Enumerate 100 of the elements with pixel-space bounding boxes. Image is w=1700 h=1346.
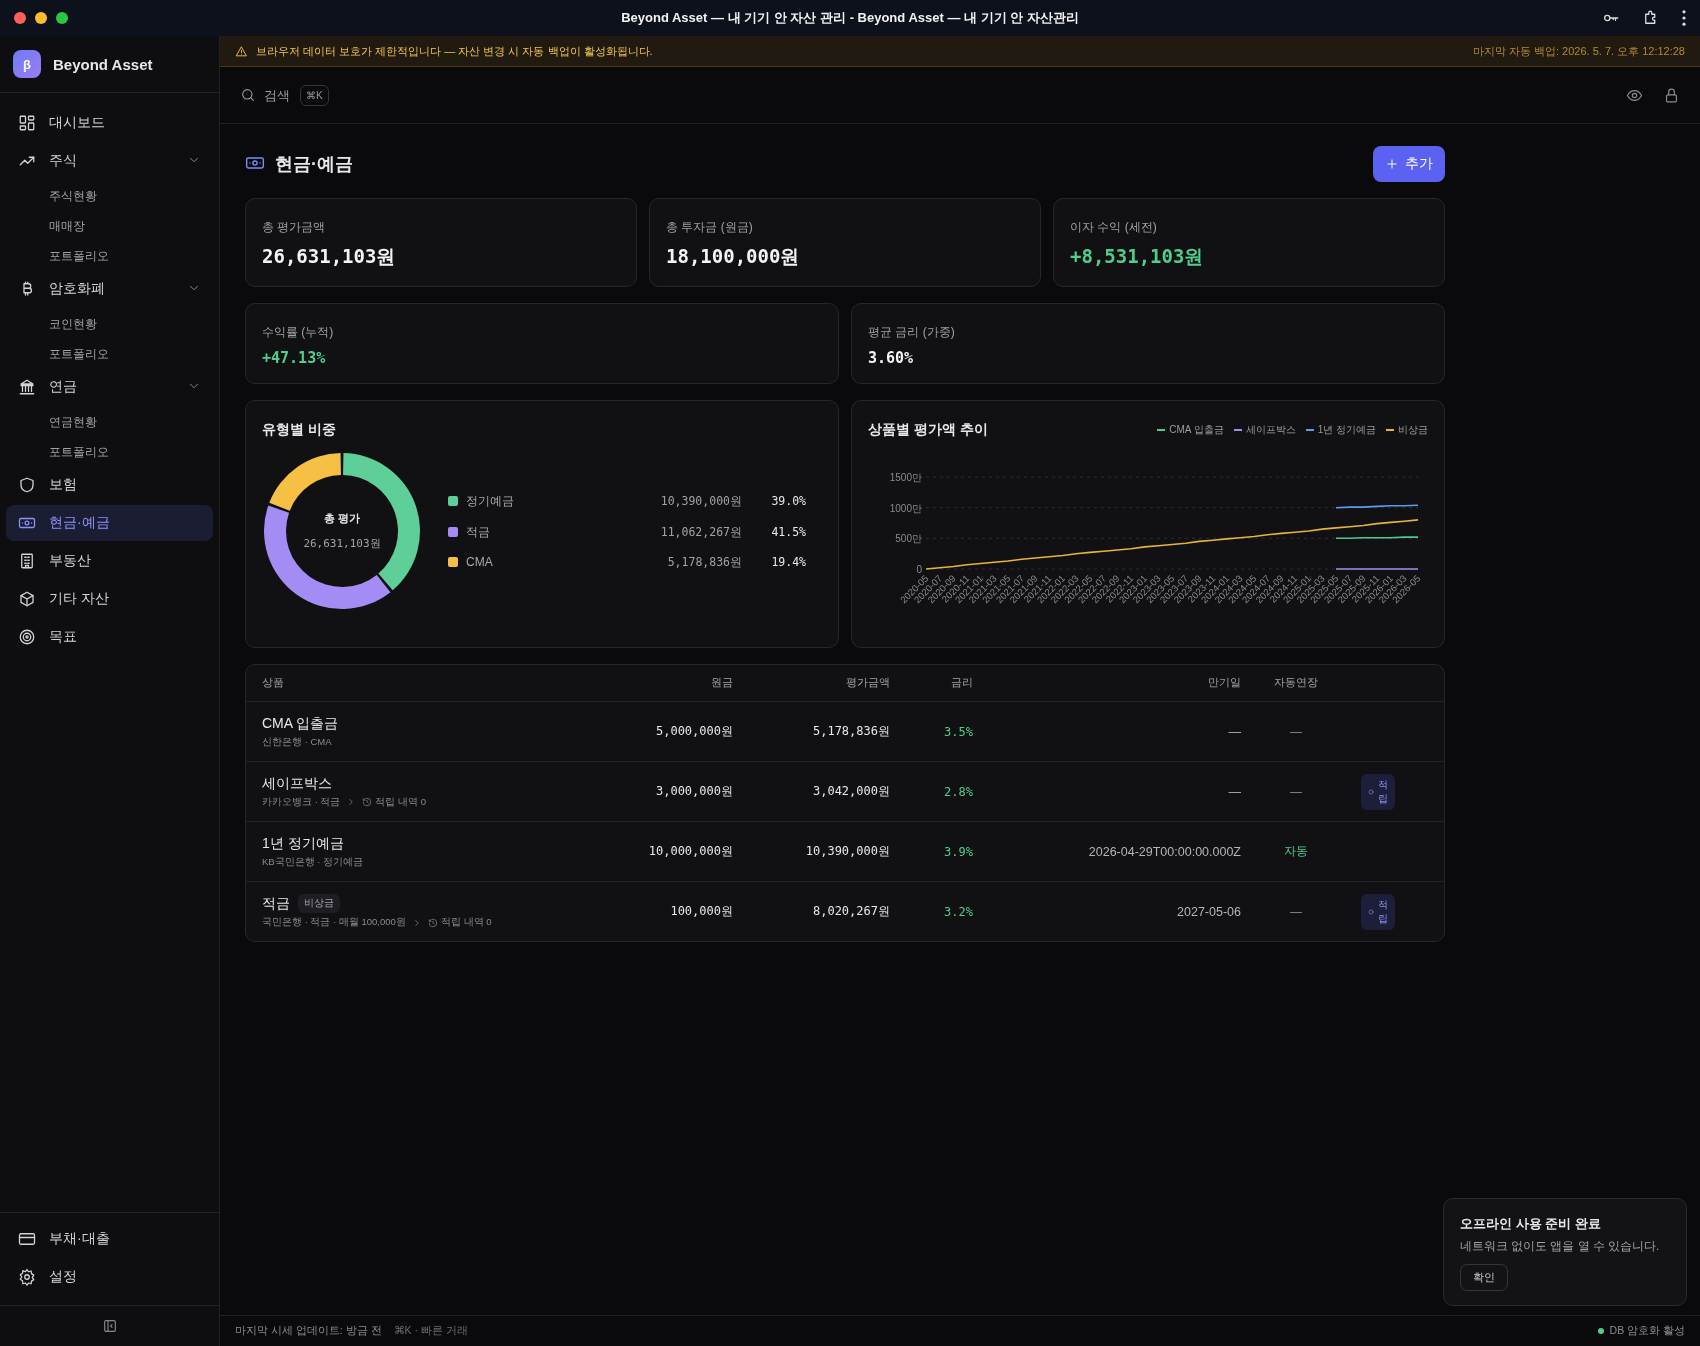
column-header: 평가금액 (845, 676, 890, 690)
stat-label: 총 투자금 (원금) (666, 219, 754, 236)
axis-label: 1000만 (889, 502, 922, 514)
table-cell-text: 5,000,000원 (654, 723, 733, 740)
column-header: 만기일 (1207, 676, 1241, 690)
shortcut-hint: ⌘K (300, 84, 329, 106)
stat-label: 평균 금리 (가중) (868, 324, 956, 341)
package-icon (18, 590, 36, 608)
chart-title: 상품별 평가액 추이 (868, 421, 988, 439)
table-cell-text: 자동 (1283, 843, 1309, 860)
legend-item: CMA 입출금 (1157, 423, 1224, 437)
sidebar-item[interactable]: 목표 (6, 619, 213, 655)
history-link[interactable]: 적립 내역 0 (362, 795, 426, 809)
legend-share: 41.5% (770, 525, 806, 539)
history-icon (427, 917, 438, 928)
deposit-button[interactable]: 적립 (1361, 893, 1395, 930)
lock-icon (1663, 86, 1680, 104)
toast-title: 오프라인 사용 준비 완료 (1460, 1215, 1602, 1233)
shortcut-hint: ⌘K · 빠른 거래 (393, 1324, 468, 1338)
maximize-window-button[interactable] (56, 12, 68, 24)
column-header: 자동연장 (1273, 676, 1319, 690)
warning-message: 브라우저 데이터 보호가 제한적입니다 — 자산 변경 시 자동 백업이 활성화됩니다. (256, 43, 653, 59)
sidebar-subitem[interactable]: 포트폴리오 (6, 339, 213, 369)
sidebar-collapse-icon (101, 1318, 118, 1334)
table-cell-text: 10,000,000원 (647, 843, 733, 860)
axis-label: 0 (916, 564, 922, 575)
sidebar-item[interactable]: 설정 (6, 1259, 213, 1295)
table-cell-text: 2026-04-29T00:00:00.000Z (1087, 844, 1241, 859)
table-cell-text: — (1289, 904, 1303, 919)
stat-value: 3.60% (868, 349, 915, 367)
sidebar-subitem[interactable]: 코인현황 (6, 309, 213, 339)
sidebar-subitem[interactable]: 매매장 (6, 211, 213, 241)
sidebar-item[interactable]: 기타 자산 (6, 581, 213, 617)
legend-item: 1년 정기예금 (1305, 423, 1376, 437)
sidebar-subitem[interactable]: 포트폴리오 (6, 241, 213, 271)
backup-time: 마지막 자동 백업: 2026. 5. 7. 오후 12:12:28 (1472, 43, 1685, 59)
sidebar-item[interactable]: 연금 (6, 369, 213, 405)
legend-label: 정기예금 (466, 492, 515, 510)
table-cell-text: 3.2% (943, 904, 973, 919)
legend-amount: 10,390,000원 (660, 493, 742, 509)
target-icon (18, 628, 36, 646)
legend-share: 39.0% (770, 494, 806, 508)
table-cell-text: — (1227, 784, 1241, 799)
legend-share: 19.4% (770, 555, 806, 569)
stat-value: +8,531,103원 (1070, 244, 1205, 269)
app-logo: β (13, 50, 41, 78)
add-button[interactable]: 추가 (1373, 146, 1445, 182)
sidebar-item[interactable]: 부채·대출 (6, 1221, 213, 1257)
donut-center-value: 26,631,103원 (303, 536, 381, 551)
window-title: Beyond Asset — 내 기기 안 자산 관리 - Beyond Asset — 내 기기 안 자산관리 (621, 9, 1079, 27)
table-cell-text: — (1289, 784, 1303, 799)
minimize-window-button[interactable] (35, 12, 47, 24)
sidebar-item[interactable]: 부동산 (6, 543, 213, 579)
donut-center-label: 총 평가 (323, 511, 361, 526)
sidebar-item[interactable]: 현금·예금 (6, 505, 213, 541)
table-cell-text: 3,000,000원 (654, 783, 733, 800)
history-link[interactable]: 적립 내역 0 (427, 916, 492, 929)
plus-icon (1385, 157, 1399, 171)
search-field[interactable]: 검색 (240, 87, 292, 103)
app-name: Beyond Asset (53, 55, 153, 73)
confirm-button[interactable]: 확인 (1460, 1264, 1508, 1291)
shield-icon (18, 476, 36, 494)
sidebar-item[interactable]: 대시보드 (6, 105, 213, 141)
bank-icon (18, 378, 36, 396)
column-header: 상품 (262, 676, 285, 690)
stat-label: 수익률 (누적) (262, 324, 335, 341)
table-cell-text: 100,000원 (669, 903, 733, 920)
legend-amount: 5,178,836원 (667, 554, 742, 570)
table-cell-text: 10,390,000원 (804, 843, 890, 860)
sidebar-item[interactable]: 보험 (6, 467, 213, 503)
legend-amount: 11,062,267원 (660, 524, 742, 540)
table-cell-text: 2.8% (943, 784, 973, 799)
sidebar-subitem[interactable]: 연금현황 (6, 407, 213, 437)
stat-label: 총 평가금액 (262, 219, 327, 236)
product-name: 세이프박스 (262, 774, 332, 793)
stat-label: 이자 수익 (세전) (1070, 219, 1158, 236)
deposit-button[interactable]: 적립 (1361, 773, 1395, 810)
update-status: 마지막 시세 업데이트: 방금 전 (235, 1324, 382, 1338)
sidebar-item[interactable]: 암호화폐 (6, 271, 213, 307)
table-cell-text: 5,178,836원 (811, 723, 890, 740)
sidebar-subitem[interactable]: 주식현황 (6, 181, 213, 211)
product-name: CMA 입출금 (262, 714, 339, 733)
credit-card-icon (18, 1230, 36, 1248)
legend-label: 적금 (466, 523, 491, 541)
product-details: 신한은행 · CMA (262, 735, 332, 749)
close-window-button[interactable] (14, 12, 26, 24)
encryption-status: DB 암호화 활성 (1609, 1324, 1685, 1338)
history-icon (362, 797, 373, 807)
stat-value: 26,631,103원 (262, 244, 397, 269)
menu-icon[interactable] (1682, 10, 1686, 26)
column-header: 원금 (710, 676, 733, 690)
sidebar-item[interactable]: 주식 (6, 143, 213, 179)
product-name: 적금 (262, 894, 290, 913)
search-icon (240, 87, 256, 103)
table-cell-text: — (1227, 724, 1241, 739)
product-name: 1년 정기예금 (262, 834, 344, 853)
sidebar-subitem[interactable]: 포트폴리오 (6, 437, 213, 467)
dashboard-icon (18, 114, 36, 132)
table-cell-text: 3.9% (943, 844, 973, 859)
table-cell-text: 2027-05-06 (1176, 904, 1241, 919)
